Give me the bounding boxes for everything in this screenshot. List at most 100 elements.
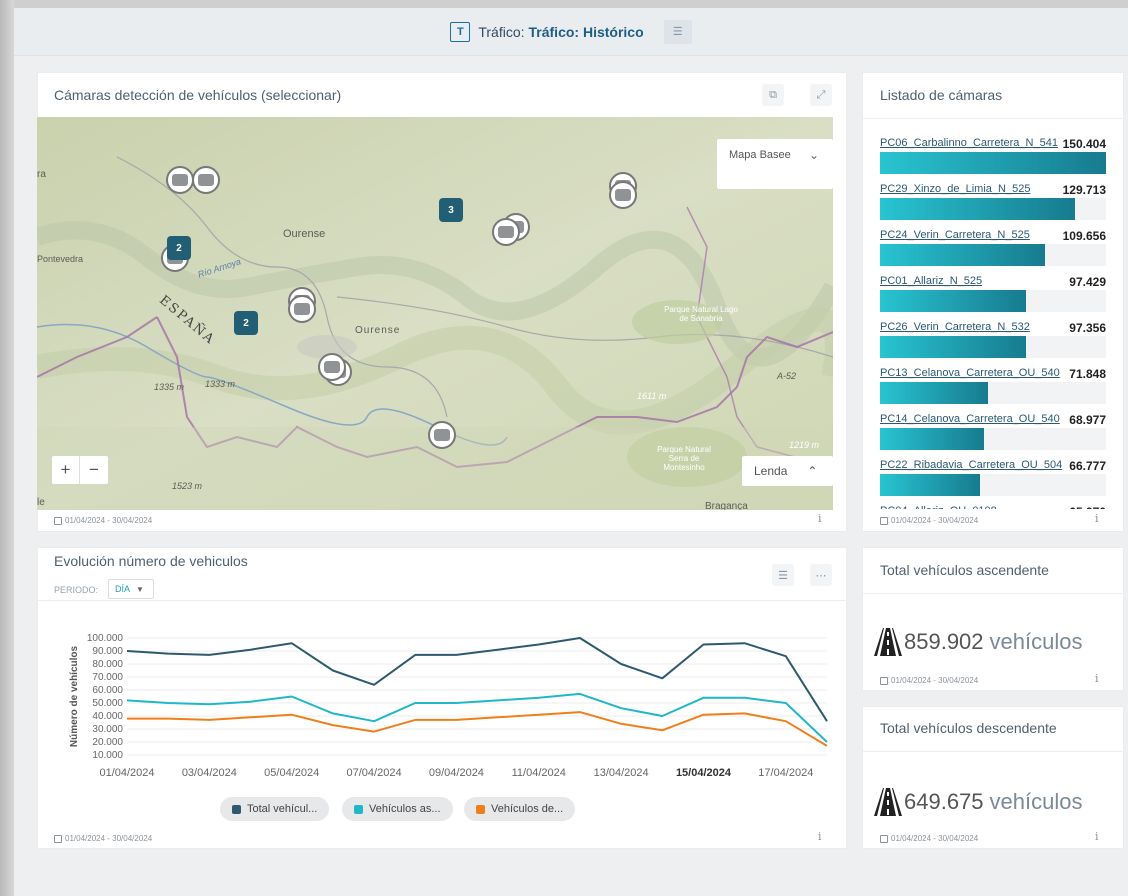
map-label: Parque Natural Serra de Montesinho [657, 445, 711, 472]
camera-count: 71.848 [1069, 367, 1106, 381]
camera-bar [880, 382, 989, 404]
camera-list-item[interactable]: PC24_Verin_Carretera_N_525 109.656 [880, 229, 1106, 269]
window-frame-left [0, 0, 14, 896]
list-info-icon[interactable]: i [1095, 512, 1099, 525]
calendar-icon [880, 516, 888, 525]
camera-list-item[interactable]: PC22_Ribadavia_Carretera_OU_504 66.777 [880, 459, 1106, 499]
y-tick-label: 50.000 [92, 698, 123, 709]
x-tick-label: 17/04/2024 [758, 767, 813, 779]
camera-marker[interactable] [166, 166, 194, 194]
legend-toggle[interactable]: Lenda ⌃ [742, 456, 833, 486]
ascending-value: 859.902 [904, 629, 984, 654]
zoom-in-button[interactable]: + [52, 456, 80, 484]
period-select[interactable]: DÍA ▼ [108, 579, 154, 599]
list-view-button[interactable]: ☰ [772, 564, 794, 586]
camera-icon [172, 174, 188, 186]
y-tick-label: 10.000 [92, 750, 123, 761]
y-tick-label: 20.000 [92, 737, 123, 748]
camera-cluster[interactable]: 2 [234, 311, 258, 335]
ascending-info-icon[interactable]: i [1095, 672, 1099, 685]
camera-list-item[interactable]: PC01_Allariz_N_525 97.429 [880, 275, 1106, 315]
camera-list-title: Listado de cámaras [880, 87, 1003, 103]
camera-icon [294, 303, 310, 315]
x-tick-label: 07/04/2024 [347, 767, 402, 779]
x-tick-label: 05/04/2024 [264, 767, 319, 779]
page-title: Tráfico: Histórico [528, 23, 644, 40]
map-view[interactable]: Ourense Ourense ESPAÑA Pontevedra Parque… [37, 117, 833, 510]
camera-count: 68.977 [1069, 413, 1106, 427]
ascending-total: 859.902 vehículos [872, 626, 1082, 658]
camera-marker[interactable] [318, 353, 346, 381]
map-label: 1523 m [172, 481, 203, 491]
camera-bar [880, 152, 1106, 174]
camera-marker[interactable] [428, 421, 456, 449]
map-label: Ourense [355, 325, 401, 336]
camera-count: 97.429 [1069, 275, 1106, 289]
camera-marker[interactable] [492, 218, 520, 246]
expand-map-button[interactable]: ⤢ [810, 84, 832, 106]
camera-bar [880, 198, 1075, 220]
descending-title: Total vehículos descendente [880, 720, 1057, 736]
descending-info-icon[interactable]: i [1095, 830, 1099, 843]
basemap-selector[interactable]: Mapa Basee ⌄ [717, 139, 833, 189]
camera-bar-track [880, 428, 1106, 450]
camera-marker[interactable] [609, 181, 637, 209]
legend-label: Lenda [754, 464, 788, 478]
legend-label: Vehículos de... [491, 803, 564, 815]
camera-cluster[interactable]: 3 [439, 198, 463, 222]
map-card-title: Cámaras detección de vehículos (seleccio… [54, 87, 342, 103]
ascending-date-range: 01/04/2024 - 30/04/2024 [880, 676, 978, 685]
evolution-chart: 10.000 20.000 30.000 40.000 50.000 60.000 70.0… [69, 633, 828, 779]
more-options-button[interactable]: ⋯ [810, 564, 832, 586]
camera-marker[interactable] [288, 295, 316, 323]
series-line [126, 637, 828, 722]
camera-bar-track [880, 152, 1106, 174]
camera-bar [880, 244, 1045, 266]
camera-count: 109.656 [1062, 229, 1106, 243]
x-tick-label: 11/04/2024 [512, 767, 566, 779]
calendar-icon [880, 676, 888, 685]
camera-marker[interactable] [192, 166, 220, 194]
legend-item-ascendente[interactable]: Vehículos as... [342, 797, 453, 821]
export-map-button[interactable]: ⧉ [762, 84, 784, 106]
evolution-title: Evolución número de vehiculos [54, 553, 248, 569]
descending-unit: vehículos [989, 789, 1083, 814]
camera-list-item[interactable]: PC14_Celanova_Carretera_OU_540 68.977 [880, 413, 1106, 453]
camera-list-item[interactable]: PC06_Carbalinno_Carretera_N_541 150.404 [880, 137, 1106, 177]
x-tick-label: 15/04/2024 [676, 767, 732, 779]
legend-label: Total vehícul... [247, 803, 318, 815]
camera-icon [498, 226, 514, 238]
camera-count: 66.777 [1069, 459, 1106, 473]
camera-bar [880, 336, 1027, 358]
window-frame-top [0, 0, 1128, 8]
camera-count: 150.404 [1062, 137, 1106, 151]
map-info-icon[interactable]: i [818, 512, 822, 525]
camera-list-item[interactable]: PC04_Allariz_OU_010865.970 [880, 505, 1106, 509]
legend-item-descendente[interactable]: Vehículos de... [464, 797, 576, 821]
camera-list-item[interactable]: PC29_Xinzo_de_Limia_N_525 129.713 [880, 183, 1106, 223]
camera-bar [880, 474, 981, 496]
y-axis-label: Número de vehículos [69, 645, 80, 747]
divider [862, 751, 1124, 752]
calendar-icon [54, 834, 62, 843]
camera-cluster[interactable]: 2 [167, 236, 191, 260]
camera-bar-track [880, 290, 1106, 312]
ascending-unit: vehículos [989, 629, 1083, 654]
x-tick-label: 09/04/2024 [429, 767, 484, 779]
list-menu-icon: ☰ [778, 569, 788, 582]
y-tick-label: 80.000 [92, 659, 123, 670]
zoom-out-button[interactable]: − [80, 456, 108, 484]
list-date-range: 01/04/2024 - 30/04/2024 [880, 516, 978, 525]
camera-list-item[interactable]: PC13_Celanova_Carretera_OU_540 71.848 [880, 367, 1106, 407]
camera-count: 129.713 [1062, 183, 1106, 197]
calendar-icon [880, 834, 888, 843]
road-icon [874, 628, 902, 656]
menu-toggle-button[interactable]: ☰ [663, 19, 692, 44]
evolution-info-icon[interactable]: i [818, 830, 822, 843]
descending-total: 649.675 vehículos [872, 786, 1082, 818]
chevron-up-icon: ⌃ [807, 464, 818, 478]
legend-item-total[interactable]: Total vehícul... [220, 797, 330, 821]
camera-count: 65.970 [1069, 505, 1106, 509]
camera-list-item[interactable]: PC26_Verin_Carretera_N_532 97.356 [880, 321, 1106, 361]
camera-icon [324, 361, 340, 373]
